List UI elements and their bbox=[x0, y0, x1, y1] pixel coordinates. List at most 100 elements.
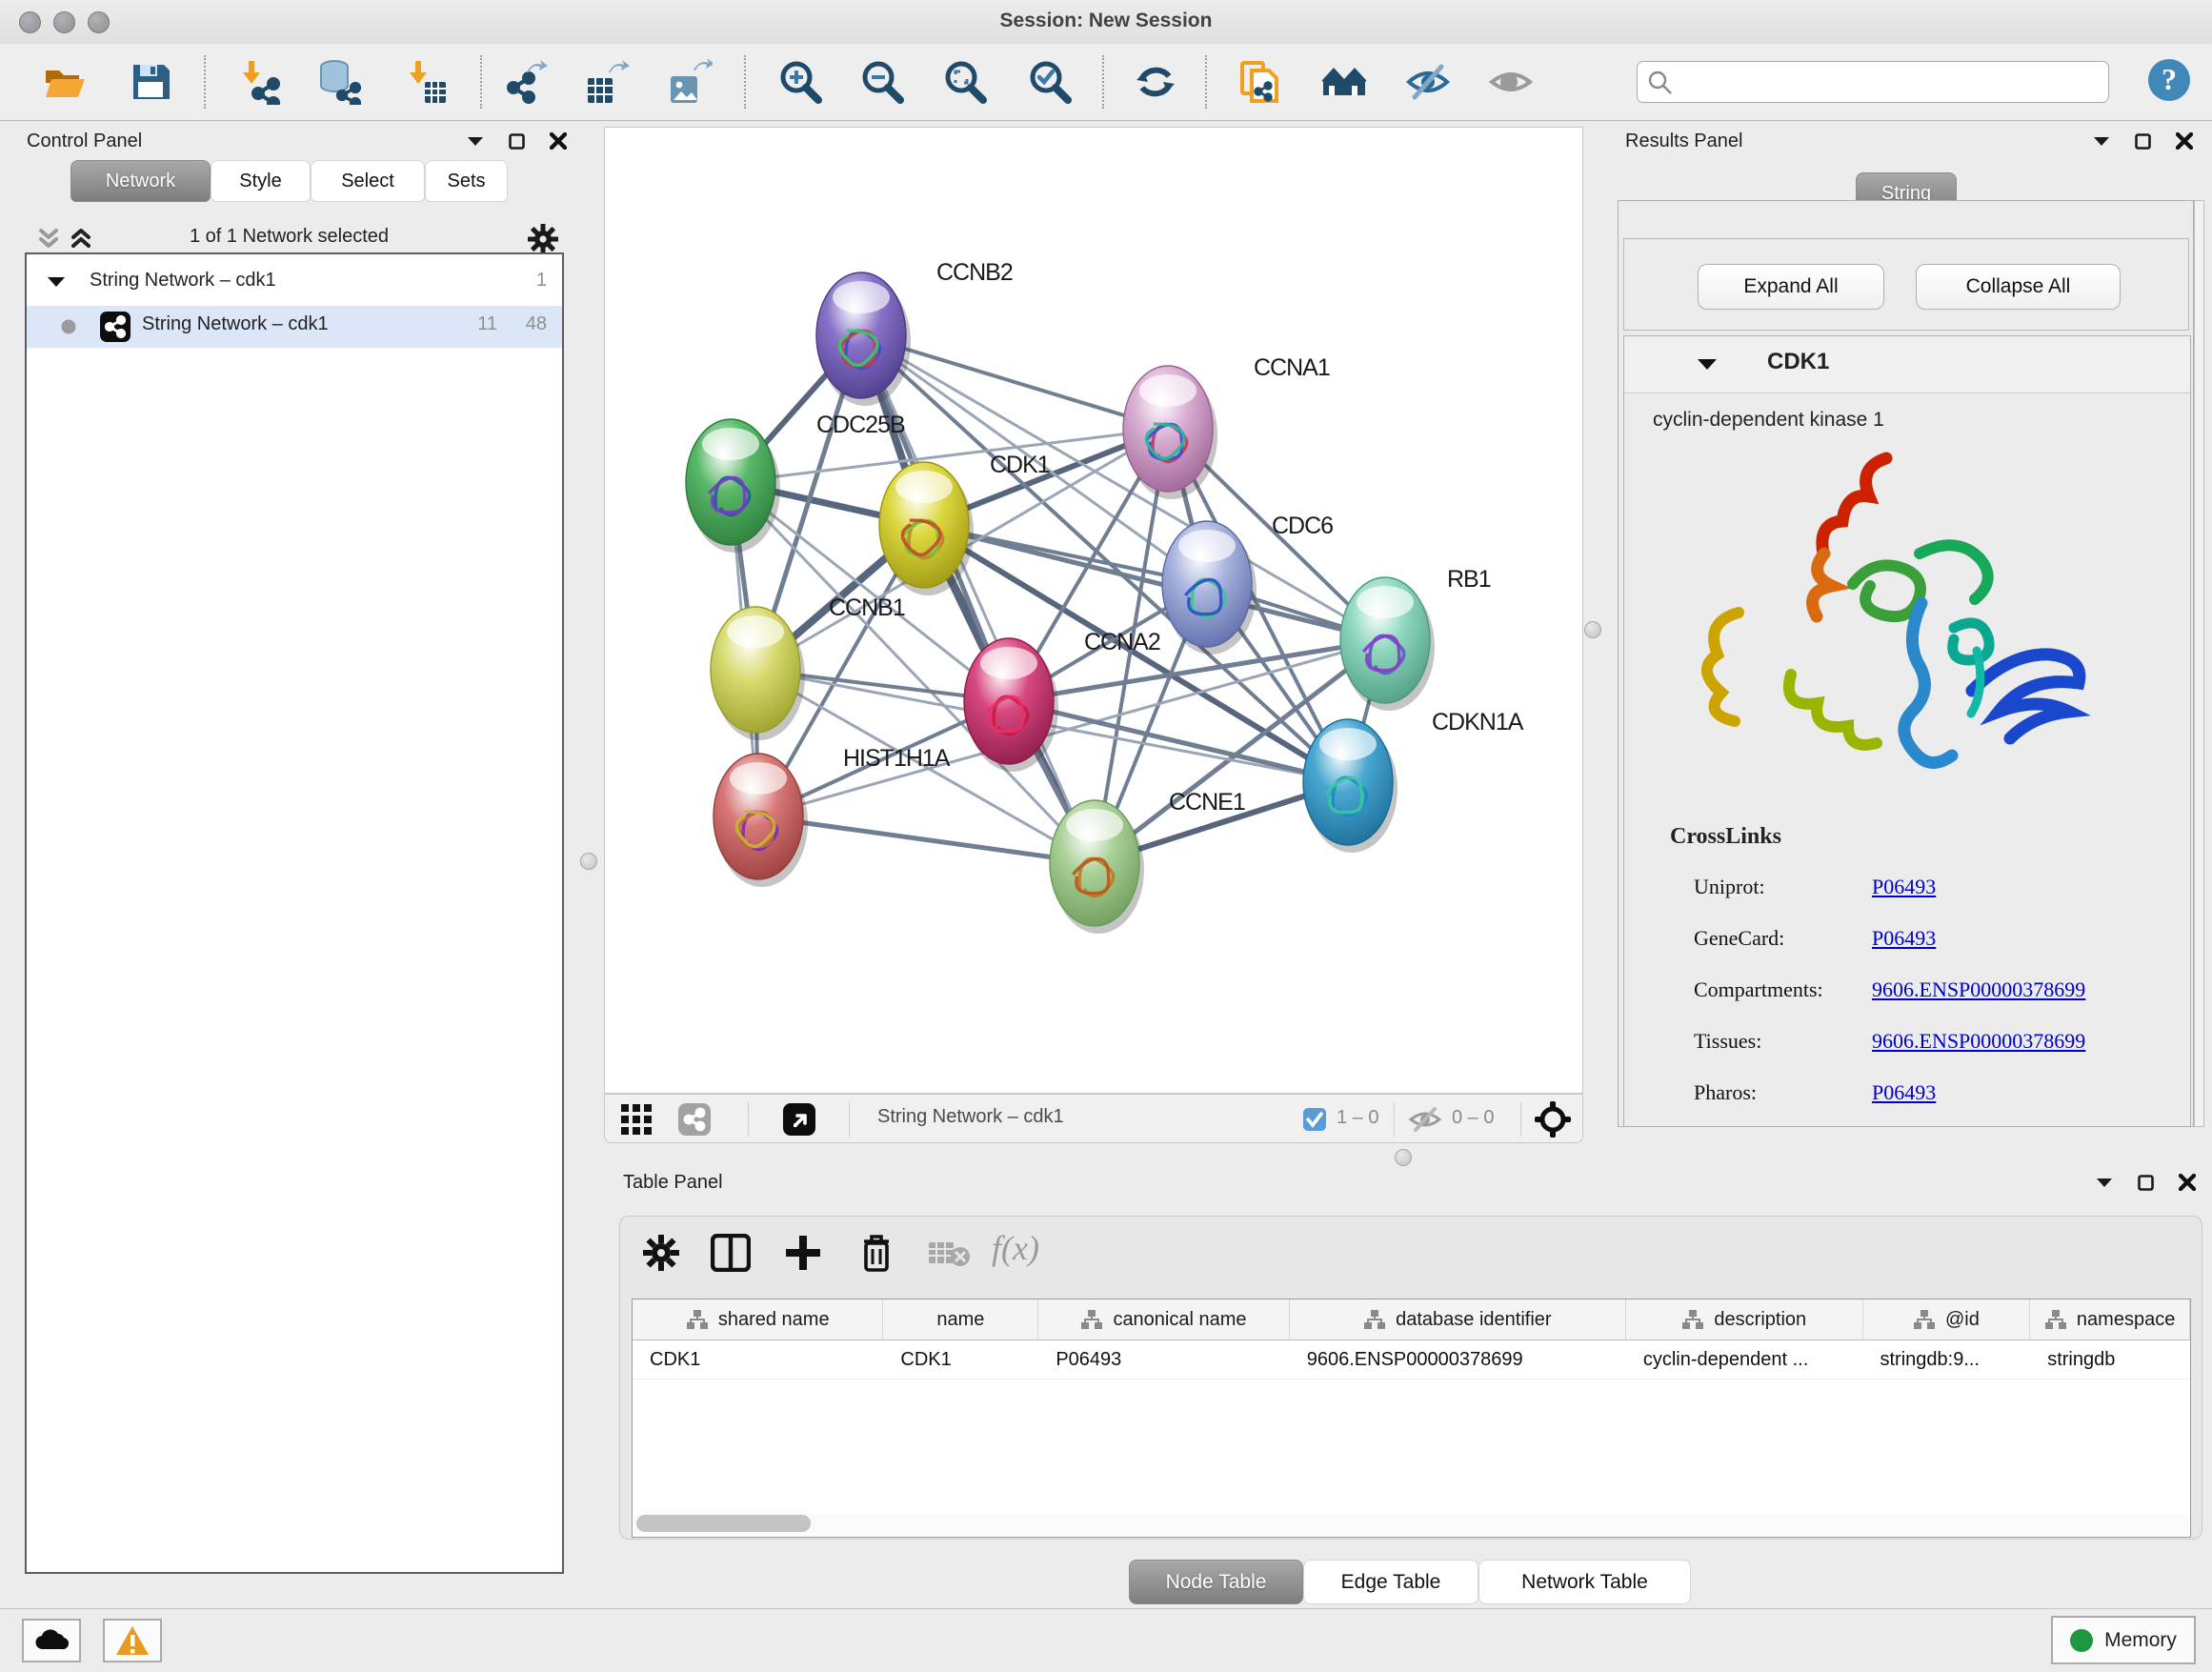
network-node-CDC6[interactable]: CDC6 bbox=[1162, 513, 1333, 655]
search-input[interactable] bbox=[1679, 66, 2102, 98]
table-gear-icon[interactable] bbox=[642, 1234, 680, 1272]
cloud-status-button[interactable] bbox=[22, 1619, 81, 1662]
table-cell[interactable]: CDK1 bbox=[883, 1340, 1038, 1379]
tab-style[interactable]: Style bbox=[211, 160, 311, 202]
column-header--id[interactable]: @id bbox=[1863, 1299, 2031, 1340]
network-node-CCNB1[interactable]: CCNB1 bbox=[711, 594, 905, 740]
import-network-icon[interactable] bbox=[235, 59, 281, 105]
tab-network-table[interactable]: Network Table bbox=[1478, 1560, 1691, 1604]
import-network-from-database-icon[interactable] bbox=[315, 59, 361, 105]
help-icon[interactable]: ? bbox=[2145, 56, 2191, 102]
export-image-icon[interactable] bbox=[667, 59, 713, 105]
delete-column-icon[interactable] bbox=[858, 1232, 895, 1274]
gene-section-header[interactable]: CDK1 bbox=[1624, 336, 2190, 393]
zoom-selected-icon[interactable] bbox=[1027, 59, 1073, 105]
network-view-toggle-icon[interactable] bbox=[678, 1103, 711, 1136]
column-header-canonical-name[interactable]: canonical name bbox=[1038, 1299, 1289, 1340]
show-all-icon[interactable] bbox=[1488, 59, 1534, 105]
results-vertical-scrollbar[interactable] bbox=[2194, 200, 2204, 1127]
network-node-CCNE1[interactable]: CCNE1 bbox=[1050, 789, 1245, 934]
column-header-namespace[interactable]: namespace bbox=[2030, 1299, 2190, 1340]
table-cell[interactable]: cyclin-dependent ... bbox=[1626, 1340, 1863, 1379]
tab-edge-table[interactable]: Edge Table bbox=[1303, 1560, 1478, 1604]
zoom-out-icon[interactable] bbox=[859, 59, 905, 105]
network-node-CCNA2[interactable]: CCNA2 bbox=[964, 629, 1160, 772]
hidden-elements-eye-icon[interactable] bbox=[1408, 1105, 1442, 1134]
network-canvas[interactable]: CCNB2CCNA1CDC25BCDK1CDC6RB1CCNB1CCNA2CDK… bbox=[604, 127, 1583, 1094]
warning-status-button[interactable] bbox=[103, 1619, 162, 1662]
birdseye-navigator-icon[interactable] bbox=[1535, 1101, 1571, 1138]
crosslink-value-link[interactable]: 9606.ENSP00000378699 bbox=[1872, 977, 2085, 1001]
float-panel-icon[interactable] bbox=[509, 133, 525, 150]
save-session-icon[interactable] bbox=[128, 59, 173, 105]
table-horizontal-scrollbar[interactable] bbox=[634, 1514, 2188, 1533]
function-builder-icon[interactable]: f(x) bbox=[992, 1228, 1039, 1268]
table-cell[interactable]: CDK1 bbox=[633, 1340, 883, 1379]
network-node-RB1[interactable]: RB1 bbox=[1340, 566, 1491, 711]
section-expander-icon[interactable] bbox=[1697, 357, 1718, 372]
tab-network[interactable]: Network bbox=[70, 160, 211, 202]
duplicate-network-icon[interactable] bbox=[1237, 59, 1282, 105]
table-cell[interactable]: stringdb bbox=[2030, 1340, 2190, 1379]
tab-select[interactable]: Select bbox=[311, 160, 425, 202]
network-node-CCNA1[interactable]: CCNA1 bbox=[1123, 354, 1330, 499]
gene-name: CDK1 bbox=[1767, 349, 1829, 375]
table-cell[interactable]: P06493 bbox=[1038, 1340, 1289, 1379]
close-panel-icon[interactable] bbox=[2179, 1174, 2196, 1191]
tree-expander-icon[interactable] bbox=[47, 275, 66, 289]
collapse-all-button[interactable]: Collapse All bbox=[1916, 264, 2121, 310]
network-edge-CCNE1-HIST1H1A[interactable] bbox=[758, 816, 1095, 863]
tab-node-table[interactable]: Node Table bbox=[1129, 1560, 1303, 1604]
export-table-icon[interactable] bbox=[584, 59, 630, 105]
column-header-description[interactable]: description bbox=[1626, 1299, 1863, 1340]
memory-button[interactable]: Memory bbox=[2051, 1616, 2196, 1664]
close-panel-icon[interactable] bbox=[550, 132, 567, 150]
search-box[interactable] bbox=[1637, 61, 2109, 103]
crosslink-value-link[interactable]: P06493 bbox=[1872, 875, 1936, 898]
float-panel-icon[interactable] bbox=[2135, 133, 2151, 150]
expand-all-button[interactable]: Expand All bbox=[1698, 264, 1884, 310]
current-network-dot-icon bbox=[61, 319, 76, 334]
zoom-in-icon[interactable] bbox=[777, 59, 823, 105]
import-table-icon[interactable] bbox=[402, 59, 448, 105]
detach-view-icon[interactable] bbox=[783, 1103, 815, 1136]
network-node-HIST1H1A[interactable]: HIST1H1A bbox=[714, 745, 951, 887]
crosslink-value-link[interactable]: P06493 bbox=[1872, 1080, 1936, 1104]
network-edge-CDK1-RB1[interactable] bbox=[924, 525, 1385, 640]
collapse-panel-icon[interactable] bbox=[467, 135, 484, 147]
network-collection-row[interactable]: String Network – cdk1 1 bbox=[27, 264, 562, 306]
crosslink-value-link[interactable]: 9606.ENSP00000378699 bbox=[1872, 1029, 2085, 1053]
network-options-gear-icon[interactable] bbox=[527, 223, 559, 255]
network-graph[interactable]: CCNB2CCNA1CDC25BCDK1CDC6RB1CCNB1CCNA2CDK… bbox=[605, 128, 1582, 1093]
column-header-database-identifier[interactable]: database identifier bbox=[1290, 1299, 1626, 1340]
column-label: @id bbox=[1945, 1309, 1980, 1331]
home-neighbors-icon[interactable] bbox=[1321, 59, 1367, 105]
column-header-name[interactable]: name bbox=[883, 1299, 1038, 1340]
float-panel-icon[interactable] bbox=[2138, 1175, 2154, 1191]
table-row[interactable]: CDK1CDK1P064939606.ENSP00000378699cyclin… bbox=[633, 1340, 2190, 1380]
table-cell[interactable]: stringdb:9... bbox=[1862, 1340, 2030, 1379]
column-label: database identifier bbox=[1396, 1309, 1551, 1331]
network-row-selected[interactable]: String Network – cdk1 11 48 bbox=[27, 306, 562, 348]
crosslink-value-link[interactable]: P06493 bbox=[1872, 926, 1936, 950]
collapse-panel-icon[interactable] bbox=[2093, 135, 2110, 147]
table-cell[interactable]: 9606.ENSP00000378699 bbox=[1290, 1340, 1626, 1379]
open-session-icon[interactable] bbox=[42, 59, 88, 105]
zoom-fit-icon[interactable] bbox=[942, 59, 988, 105]
selected-nodes-checkbox-icon[interactable] bbox=[1303, 1108, 1326, 1131]
add-column-icon[interactable] bbox=[784, 1234, 822, 1272]
delete-table-icon[interactable] bbox=[928, 1239, 972, 1268]
tab-sets[interactable]: Sets bbox=[425, 160, 508, 202]
column-header-shared-name[interactable]: shared name bbox=[633, 1299, 883, 1340]
left-splitter-handle[interactable] bbox=[580, 853, 597, 870]
hide-selected-icon[interactable] bbox=[1405, 59, 1451, 105]
collapse-panel-icon[interactable] bbox=[2096, 1177, 2113, 1188]
refresh-layout-icon[interactable] bbox=[1133, 59, 1178, 105]
show-columns-icon[interactable] bbox=[711, 1234, 751, 1272]
close-panel-icon[interactable] bbox=[2176, 132, 2193, 150]
export-network-icon[interactable] bbox=[502, 59, 548, 105]
scrollbar-thumb[interactable] bbox=[636, 1515, 811, 1532]
network-node-CDKN1A[interactable]: CDKN1A bbox=[1303, 709, 1524, 853]
grid-view-toggle-icon[interactable] bbox=[620, 1103, 653, 1136]
network-node-CDK1[interactable]: CDK1 bbox=[879, 452, 1050, 595]
